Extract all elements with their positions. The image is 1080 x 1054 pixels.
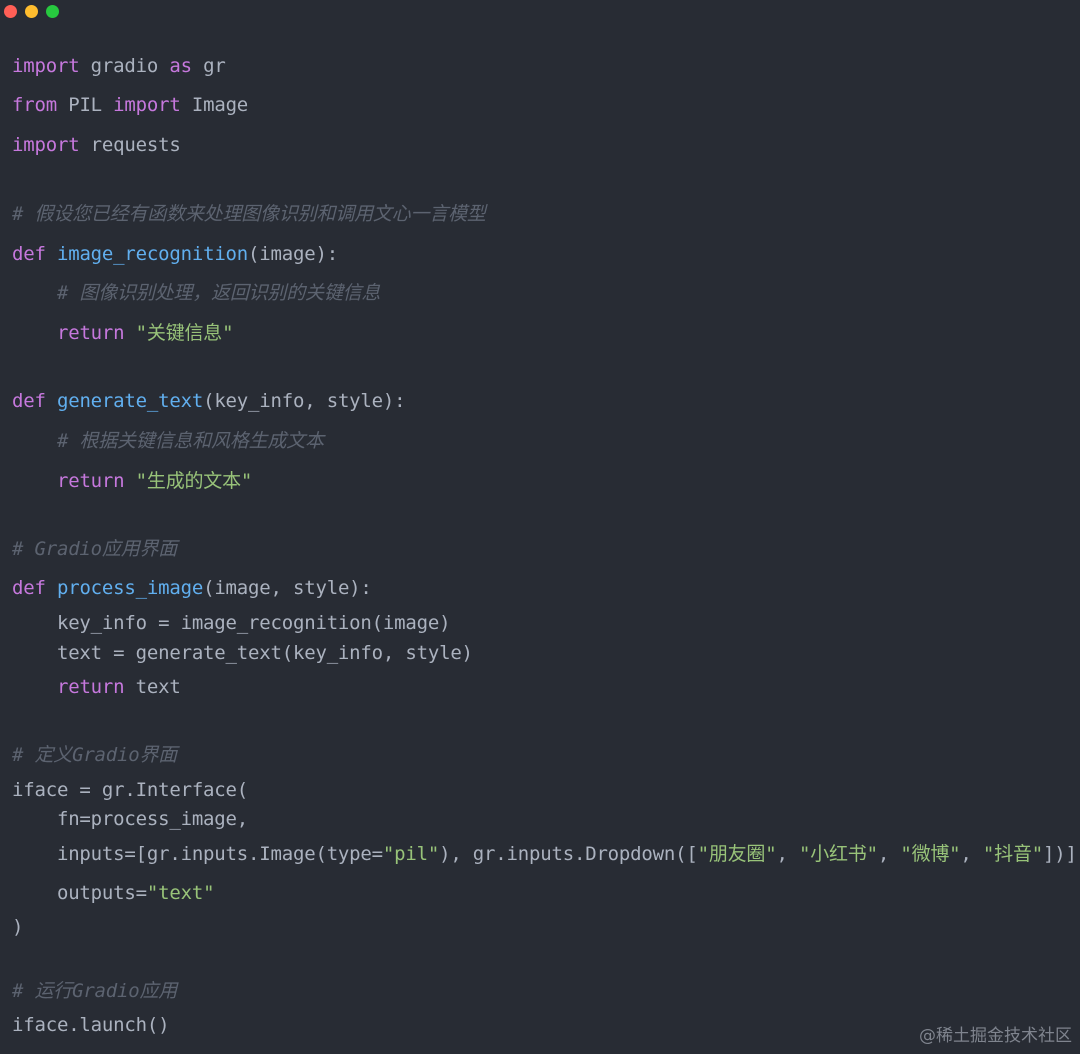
code-token: "朋友圈" (697, 843, 777, 865)
code-token: # 图像识别处理，返回识别的关键信息 (12, 282, 381, 304)
code-token: , (776, 843, 799, 865)
code-line: text = generate_text(key_info, style) (12, 641, 473, 665)
code-token: (image): (248, 243, 338, 265)
code-line: # 根据关键信息和风格生成文本 (12, 429, 324, 453)
code-token: "pil" (382, 843, 440, 865)
code-token: gradio (79, 55, 170, 77)
code-line: iface.launch() (12, 1013, 170, 1037)
code-token: image_recognition (56, 243, 249, 265)
code-token: "text" (146, 882, 215, 904)
watermark: @稀土掘金技术社区 (919, 1026, 1072, 1046)
code-token: def (12, 243, 46, 265)
code-line: key_info = image_recognition(image) (12, 611, 451, 635)
code-line: ) (12, 915, 23, 939)
code-token: import (113, 94, 181, 116)
code-token: iface.launch() (12, 1014, 170, 1036)
code-line: def image_recognition(image): (12, 242, 338, 266)
code-line: # 定义Gradio界面 (12, 743, 177, 767)
code-line: iface = gr.Interface( (12, 778, 248, 802)
code-line: return text (12, 675, 181, 699)
minimize-button[interactable] (25, 5, 38, 18)
code-token: # 根据关键信息和风格生成文本 (12, 430, 324, 452)
code-token: return (56, 322, 125, 344)
code-token: ), gr.inputs.Dropdown([ (439, 843, 698, 865)
code-line: def process_image(image, style): (12, 576, 372, 600)
code-token: (key_info, style): (203, 390, 406, 412)
code-token: "抖音" (982, 843, 1043, 865)
code-token: generate_text (56, 390, 204, 412)
code-line: # 图像识别处理，返回识别的关键信息 (12, 281, 380, 305)
code-token: as (169, 55, 192, 77)
code-token: return (56, 470, 125, 492)
code-token: key_info = image_recognition(image) (12, 612, 451, 634)
code-token: inputs=[gr.inputs.Image(type= (12, 843, 383, 865)
code-token: # Gradio应用界面 (12, 538, 178, 560)
code-token: # 定义Gradio界面 (12, 744, 178, 766)
code-line: outputs="text" (12, 881, 215, 905)
code-token: gr (191, 55, 226, 77)
code-line: # 运行Gradio应用 (12, 979, 177, 1003)
code-token: import (12, 55, 80, 77)
code-token: # 运行Gradio应用 (12, 980, 178, 1002)
code-line: # Gradio应用界面 (12, 537, 177, 561)
code-line: import requests (12, 133, 181, 157)
code-window: import gradio as gr from PIL import Image… (0, 0, 1080, 1054)
code-token: "小红书" (798, 843, 878, 865)
code-token: def (12, 390, 46, 412)
code-token: (image, style): (203, 577, 372, 599)
code-token: iface = gr.Interface( (12, 779, 249, 801)
code-line: # 假设您已经有函数来处理图像识别和调用文心一言模型 (12, 202, 486, 226)
code-token: outputs= (12, 882, 147, 904)
code-line: fn=process_image, (12, 807, 248, 831)
code-token: ])], (1042, 843, 1080, 865)
code-line: import gradio as gr (12, 54, 226, 78)
code-token: import (12, 134, 80, 156)
code-token: , (960, 843, 983, 865)
code-token: "关键信息" (135, 322, 234, 344)
code-token: , (877, 843, 901, 865)
close-button[interactable] (4, 5, 17, 18)
code-token: PIL (56, 94, 114, 116)
code-line: from PIL import Image (12, 93, 248, 117)
code-token: text (124, 676, 181, 698)
code-token: fn=process_image, (12, 808, 249, 830)
window-controls (4, 5, 59, 18)
code-line: inputs=[gr.inputs.Image(type="pil"), gr.… (12, 842, 1080, 866)
code-token: from (12, 94, 57, 116)
code-line: def generate_text(key_info, style): (12, 389, 406, 413)
code-line: return "生成的文本" (12, 469, 252, 493)
code-token: ) (12, 916, 24, 938)
code-token: def (12, 577, 46, 599)
code-token: Image (180, 94, 249, 116)
code-line: return "关键信息" (12, 321, 234, 345)
code-token: process_image (56, 577, 204, 599)
code-token: "生成的文本" (135, 470, 253, 492)
code-token: requests (79, 134, 181, 156)
code-token: text = generate_text(key_info, style) (12, 642, 473, 664)
code-token: "微博" (900, 843, 961, 865)
code-token: # 假设您已经有函数来处理图像识别和调用文心一言模型 (12, 203, 486, 225)
code-token: return (56, 676, 125, 698)
zoom-button[interactable] (46, 5, 59, 18)
